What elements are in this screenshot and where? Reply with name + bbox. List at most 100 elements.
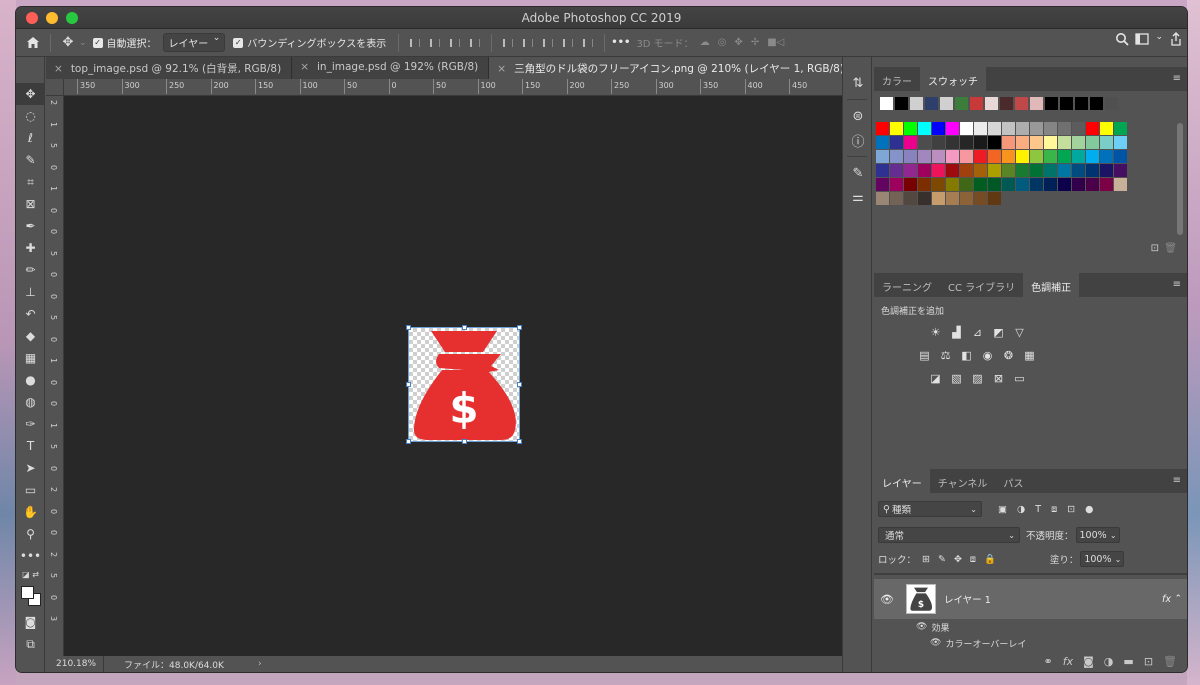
rectangle-tool-icon[interactable]: ▭ <box>16 479 45 501</box>
color-swatch[interactable] <box>1072 136 1085 149</box>
align-middle-icon[interactable] <box>518 33 538 53</box>
hue-saturation-icon[interactable]: ▤ <box>917 348 932 363</box>
chevron-down-icon[interactable]: ⌄ <box>79 38 87 48</box>
color-swatch[interactable] <box>1044 178 1057 191</box>
orbit-3d-icon[interactable]: ☁ <box>700 37 710 48</box>
color-swatch[interactable] <box>946 192 959 205</box>
color-swatch[interactable] <box>946 150 959 163</box>
color-swatch[interactable] <box>1016 164 1029 177</box>
eraser-tool-icon[interactable]: ◆ <box>16 325 45 347</box>
color-swatch[interactable] <box>1044 164 1057 177</box>
transform-handle[interactable] <box>406 382 411 387</box>
color-swatch[interactable] <box>1016 136 1029 149</box>
color-swatch[interactable] <box>1100 136 1113 149</box>
transform-handle[interactable] <box>462 439 467 444</box>
color-swatch[interactable] <box>960 164 973 177</box>
color-swatch[interactable] <box>918 178 931 191</box>
color-swatch[interactable] <box>946 122 959 135</box>
color-swatch[interactable] <box>876 136 889 149</box>
color-swatch[interactable] <box>1002 122 1015 135</box>
document-tab-active[interactable]: × 三角型のドル袋のフリーアイコン.png @ 210% (レイヤー 1, RGB… <box>489 57 864 79</box>
color-swatch[interactable] <box>974 136 987 149</box>
posterize-icon[interactable]: ▧ <box>949 371 964 386</box>
color-swatch[interactable] <box>1100 178 1113 191</box>
color-swatch[interactable] <box>1072 164 1085 177</box>
transform-handle[interactable] <box>517 382 522 387</box>
swatch-scrollbar[interactable] <box>1177 123 1183 235</box>
vibrance-icon[interactable]: ▽ <box>1012 325 1027 340</box>
color-swatch[interactable] <box>932 150 945 163</box>
exposure-icon[interactable]: ◩ <box>991 325 1006 340</box>
filter-shape-icon[interactable]: ⧈ <box>1051 504 1057 515</box>
color-swatch[interactable] <box>1072 122 1085 135</box>
transform-handle[interactable] <box>517 325 522 330</box>
recent-swatch[interactable] <box>1090 97 1103 110</box>
trash-icon[interactable]: 🗑 <box>1163 655 1177 668</box>
recent-swatch[interactable] <box>1060 97 1073 110</box>
color-swatch[interactable] <box>1114 178 1127 191</box>
filter-smart-object-icon[interactable]: ⊡ <box>1067 504 1075 515</box>
chevron-right-icon[interactable]: › <box>234 659 262 669</box>
color-swatch[interactable] <box>1030 136 1043 149</box>
color-swatch[interactable] <box>904 164 917 177</box>
move-tool-preset-icon[interactable]: ✥ <box>57 32 79 54</box>
eye-icon[interactable]: 👁 <box>880 593 894 606</box>
auto-select-checkbox[interactable]: ✓ <box>92 37 103 48</box>
color-swatch[interactable] <box>988 178 1001 191</box>
layer-thumbnail[interactable]: $ <box>905 584 936 614</box>
color-swatch[interactable] <box>974 178 987 191</box>
color-swatch[interactable] <box>918 136 931 149</box>
color-swatch[interactable] <box>1030 122 1043 135</box>
add-mask-icon[interactable]: ◙ <box>1083 655 1094 668</box>
fill-input[interactable]: 100% ⌄ <box>1080 551 1125 567</box>
type-tool-icon[interactable]: T <box>16 435 45 457</box>
invert-icon[interactable]: ◪ <box>928 371 943 386</box>
new-adjustment-icon[interactable]: ◑ <box>1104 655 1114 668</box>
layer-row[interactable]: 👁 $ レイヤー 1 fx ⌃ <box>874 579 1187 619</box>
clone-stamp-tool-icon[interactable]: ⊥ <box>16 281 45 303</box>
tab-cc-libraries[interactable]: CC ライブラリ <box>940 273 1023 297</box>
color-swatch[interactable] <box>890 136 903 149</box>
quick-select-tool-icon[interactable]: ✎ <box>16 149 45 171</box>
color-swatch[interactable] <box>932 192 945 205</box>
recent-swatch[interactable] <box>1015 97 1028 110</box>
history-panel-icon[interactable]: ⇅ <box>843 71 873 95</box>
black-white-icon[interactable]: ◧ <box>959 348 974 363</box>
color-swatch[interactable] <box>890 192 903 205</box>
info-panel-icon[interactable]: ⓘ <box>843 128 873 152</box>
color-swatch[interactable] <box>1030 150 1043 163</box>
effect-item-row[interactable]: 👁 カラーオーバーレイ <box>874 635 1187 651</box>
transform-handle[interactable] <box>517 439 522 444</box>
screen-mode-icon[interactable]: ⧉ <box>16 633 45 655</box>
color-swatch[interactable] <box>1114 150 1127 163</box>
edit-toolbar-icon[interactable]: ••• <box>16 545 45 567</box>
color-swatch[interactable] <box>960 178 973 191</box>
channel-mixer-icon[interactable]: ❂ <box>1001 348 1016 363</box>
ruler-corner[interactable] <box>46 79 64 96</box>
layer-name[interactable]: レイヤー 1 <box>944 592 991 606</box>
color-swatch[interactable] <box>904 178 917 191</box>
brush-tool-icon[interactable]: ✏ <box>16 259 45 281</box>
filter-pixel-icon[interactable]: ▣ <box>998 504 1007 515</box>
color-swatch[interactable] <box>974 164 987 177</box>
close-tab-icon[interactable]: × <box>300 61 309 73</box>
color-swatch[interactable] <box>974 122 987 135</box>
path-select-tool-icon[interactable]: ➤ <box>16 457 45 479</box>
trash-icon[interactable]: 🗑 <box>1164 243 1177 254</box>
color-swatch[interactable] <box>890 164 903 177</box>
camera-3d-icon[interactable]: ■◁ <box>767 37 784 48</box>
color-swatch[interactable] <box>918 164 931 177</box>
color-swatch[interactable] <box>876 164 889 177</box>
effects-row[interactable]: 👁 効果 <box>874 619 1187 635</box>
color-swatch[interactable] <box>1086 150 1099 163</box>
color-swatch[interactable] <box>1044 122 1057 135</box>
color-swatch[interactable] <box>946 164 959 177</box>
color-swatch[interactable] <box>1030 178 1043 191</box>
color-swatch[interactable] <box>960 136 973 149</box>
color-swatch[interactable] <box>960 150 973 163</box>
distribute-v-icon[interactable] <box>558 33 578 53</box>
layer-artwork[interactable]: $ <box>406 325 522 444</box>
recent-swatch[interactable] <box>1075 97 1088 110</box>
transform-handle[interactable] <box>406 439 411 444</box>
levels-icon[interactable]: ▟ <box>949 325 964 340</box>
